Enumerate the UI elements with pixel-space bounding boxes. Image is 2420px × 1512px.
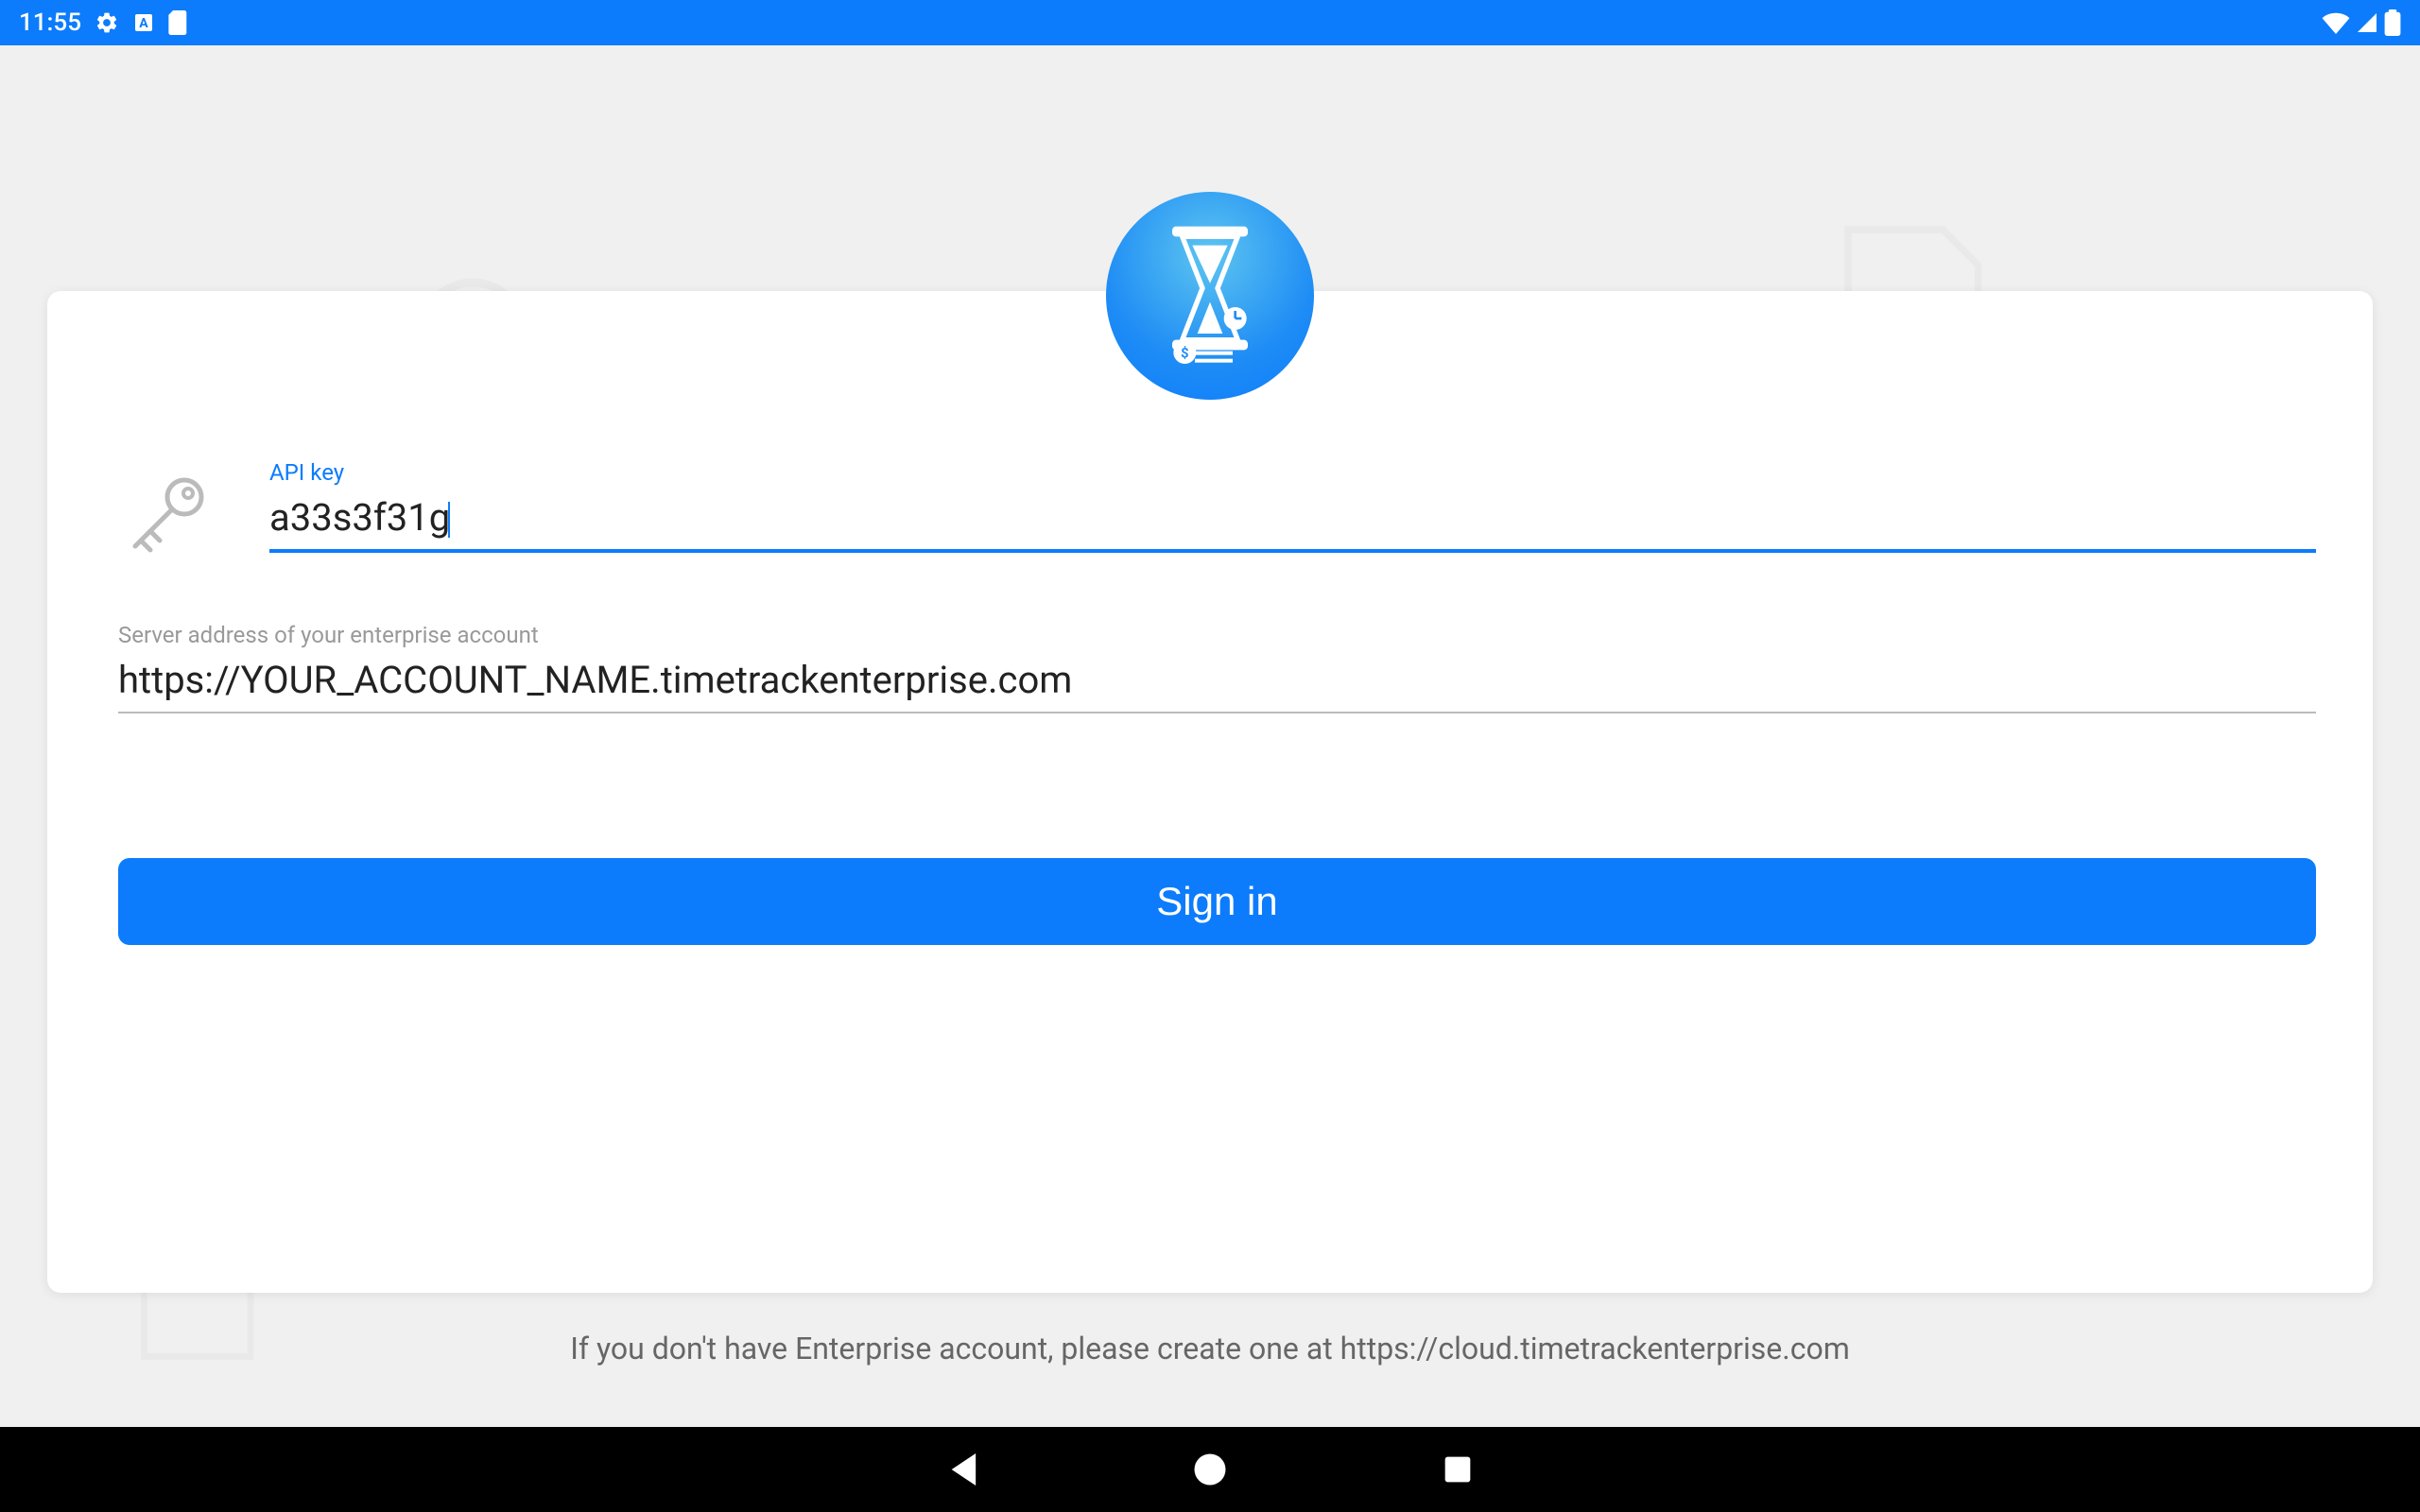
wifi-icon [2322, 11, 2350, 34]
api-key-label: API key [269, 459, 2316, 486]
server-label: Server address of your enterprise accoun… [118, 622, 2316, 648]
api-key-input[interactable]: a33s3f31g [269, 491, 2316, 553]
signal-icon [2356, 11, 2378, 34]
svg-text:A: A [139, 16, 148, 31]
status-right [2322, 9, 2401, 36]
status-left: 11:55 A [19, 9, 189, 37]
footer-text: If you don't have Enterprise account, pl… [0, 1331, 2420, 1366]
status-time: 11:55 [19, 9, 81, 37]
api-key-field-wrap: API key a33s3f31g [269, 459, 2316, 553]
api-key-value: a33s3f31g [269, 495, 450, 540]
api-key-row: API key a33s3f31g [118, 459, 2316, 563]
language-icon: A [132, 11, 155, 34]
signin-card: API key a33s3f31g Server address of your… [47, 291, 2373, 1293]
gear-icon [95, 10, 119, 35]
key-icon [118, 469, 213, 563]
server-value: https://YOUR_ACCOUNT_NAME.timetrackenter… [118, 658, 1072, 702]
signin-button[interactable]: Sign in [118, 858, 2316, 945]
battery-icon [2384, 9, 2401, 36]
navigation-bar [0, 1427, 2420, 1512]
back-button[interactable] [942, 1450, 982, 1489]
svg-text:$: $ [1181, 344, 1188, 361]
app-logo: $ [1106, 192, 1314, 400]
recents-button[interactable] [1438, 1450, 1478, 1489]
content-area: API key a33s3f31g Server address of your… [0, 45, 2420, 1427]
server-row: Server address of your enterprise accoun… [118, 622, 2316, 713]
home-button[interactable] [1190, 1450, 1230, 1489]
signin-button-label: Sign in [1156, 879, 1277, 923]
sd-card-icon [168, 10, 189, 35]
server-input[interactable]: https://YOUR_ACCOUNT_NAME.timetrackenter… [118, 654, 2316, 713]
status-bar: 11:55 A [0, 0, 2420, 45]
text-cursor [448, 502, 450, 538]
